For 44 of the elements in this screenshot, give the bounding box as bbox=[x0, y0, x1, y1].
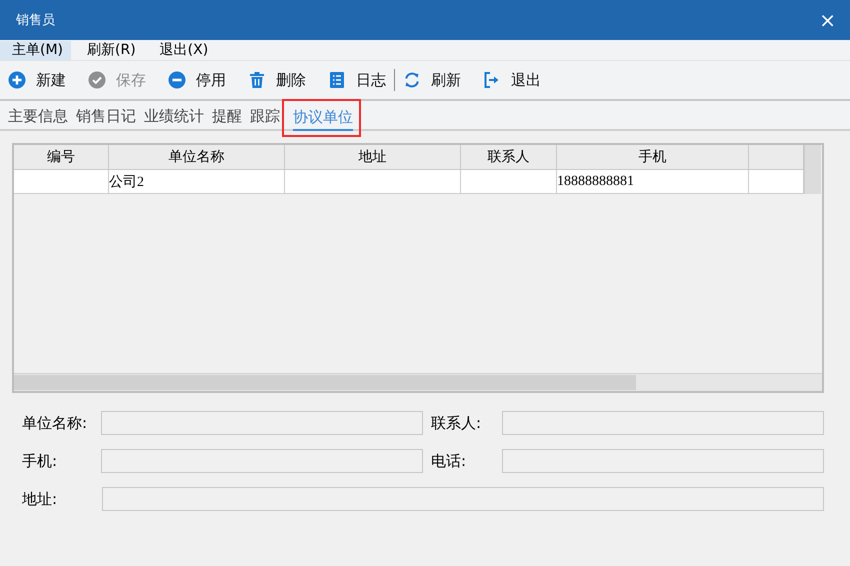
column-header[interactable]: 手机 bbox=[557, 145, 749, 170]
refresh-icon bbox=[403, 71, 421, 89]
tab[interactable]: 业绩统计 bbox=[144, 103, 204, 129]
tab[interactable]: 提醒 bbox=[212, 103, 242, 129]
column-header[interactable] bbox=[749, 145, 804, 170]
column-header[interactable]: 联系人 bbox=[461, 145, 557, 170]
window-title: 销售员 bbox=[16, 12, 55, 29]
field-label: 手机: bbox=[22, 452, 58, 470]
tab[interactable]: 跟踪 bbox=[250, 103, 280, 129]
table-cell: 18888888881 bbox=[557, 170, 749, 194]
add-icon bbox=[8, 71, 26, 89]
close-button[interactable]: × bbox=[819, 10, 836, 30]
toolbar-button[interactable]: 删除 bbox=[248, 70, 306, 90]
column-header[interactable]: 单位名称 bbox=[109, 145, 285, 170]
menu-item[interactable]: 刷新(R) bbox=[75, 40, 144, 60]
input-field[interactable] bbox=[502, 449, 824, 473]
field-label: 电话: bbox=[430, 452, 468, 470]
toolbar-button[interactable]: 新建 bbox=[8, 70, 66, 90]
field-label: 地址: bbox=[22, 490, 58, 508]
tab[interactable]: 主要信息 bbox=[8, 103, 68, 129]
field-label: 联系人: bbox=[430, 414, 482, 432]
toolbar-button[interactable]: 刷新 bbox=[403, 70, 461, 90]
trash-icon bbox=[248, 71, 266, 89]
table-cell: 公司2 bbox=[109, 170, 285, 194]
column-header[interactable]: 地址 bbox=[285, 145, 461, 170]
input-field[interactable] bbox=[101, 411, 423, 435]
input-field[interactable] bbox=[502, 411, 824, 435]
exit-icon bbox=[483, 71, 501, 89]
menu-item[interactable]: 退出(X) bbox=[148, 40, 216, 60]
column-header[interactable]: 编号 bbox=[14, 145, 109, 170]
list-icon bbox=[328, 71, 346, 89]
toolbar-button[interactable]: 退出 bbox=[483, 70, 541, 90]
toolbar-button[interactable]: 停用 bbox=[168, 70, 226, 90]
vertical-scrollbar[interactable] bbox=[804, 145, 821, 194]
field-label: 单位名称: bbox=[22, 414, 88, 432]
table-cell bbox=[749, 170, 804, 194]
check-icon bbox=[88, 71, 106, 89]
menu-item[interactable]: 主单(M) bbox=[0, 40, 72, 60]
tab[interactable]: 销售日记 bbox=[76, 103, 136, 129]
toolbar-button[interactable]: 日志 bbox=[328, 70, 386, 90]
input-field[interactable] bbox=[102, 487, 824, 511]
minus-icon bbox=[168, 71, 186, 89]
input-field[interactable] bbox=[101, 449, 423, 473]
horizontal-scrollbar[interactable] bbox=[14, 373, 822, 391]
